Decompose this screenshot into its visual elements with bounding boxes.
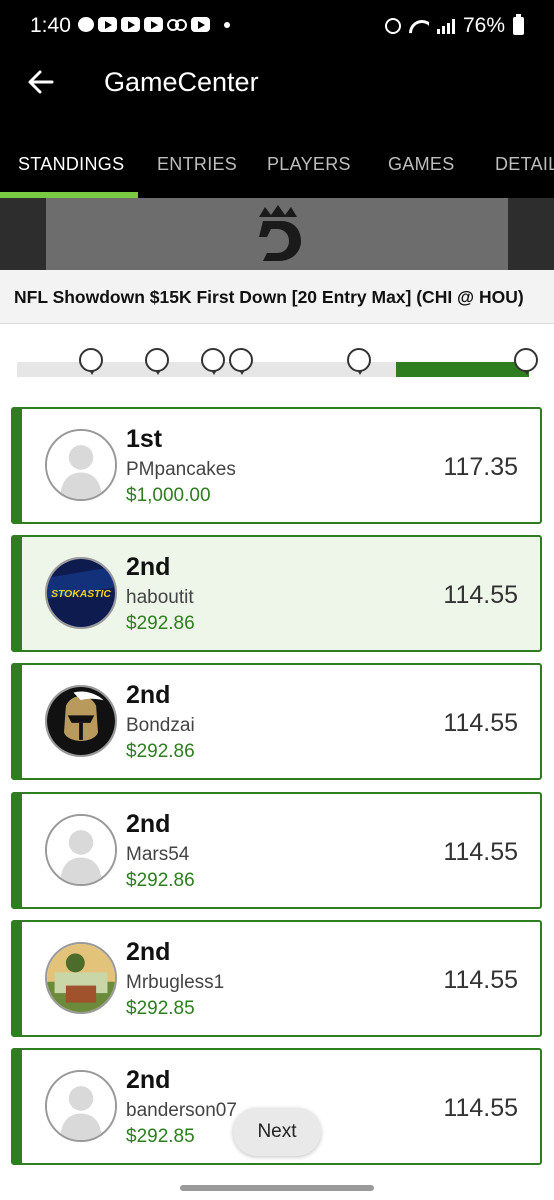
entry-marker[interactable] (79, 348, 103, 375)
entry-username: PMpancakes (126, 459, 236, 480)
knight-helmet-avatar (45, 685, 117, 757)
entry-card[interactable]: STOKASTIC 2nd haboutit $292.86 114.55 (11, 535, 542, 652)
entry-username: Bondzai (126, 715, 195, 736)
contest-title: NFL Showdown $15K First Down [20 Entry M… (14, 287, 524, 307)
entry-marker[interactable] (347, 348, 371, 375)
tab-games[interactable]: GAMES (388, 154, 455, 175)
entry-rank: 1st (126, 425, 163, 453)
youtube-icon (191, 17, 210, 32)
status-bar: 1:40 76% (0, 0, 554, 52)
entry-username: Mrbugless1 (126, 972, 225, 993)
entry-rank: 2nd (126, 938, 171, 966)
alarm-icon (384, 18, 401, 34)
tab-players[interactable]: PLAYERS (267, 154, 351, 175)
entry-username: banderson07 (126, 1100, 237, 1121)
entry-rank: 2nd (126, 553, 171, 581)
entry-prize: $292.85 (126, 998, 195, 1019)
entry-rank: 2nd (126, 1066, 171, 1094)
entry-username: Mars54 (126, 844, 190, 865)
entry-rank: 2nd (126, 681, 171, 709)
default-avatar-icon (45, 429, 117, 501)
chat-icon (78, 17, 94, 32)
entry-score: 114.55 (443, 709, 518, 737)
draftkings-logo-icon (251, 203, 305, 263)
youtube-icon (144, 17, 163, 32)
entry-card[interactable]: 2nd Mars54 $292.86 114.55 (11, 792, 542, 909)
page-title: GameCenter (104, 67, 259, 97)
signal-icon (436, 18, 455, 34)
illustrated-avatar (45, 942, 117, 1014)
entry-marker[interactable] (229, 348, 253, 375)
user-position-fill (396, 362, 529, 377)
entry-score: 114.55 (443, 966, 518, 994)
back-button[interactable] (22, 62, 62, 102)
tab-details[interactable]: DETAILS (495, 154, 554, 175)
entry-prize: $292.86 (126, 741, 195, 762)
app-header: GameCenter (0, 52, 554, 112)
battery-percent: 76% (462, 14, 505, 37)
status-time: 1:40 (30, 14, 71, 37)
system-icons: 76% (384, 14, 524, 38)
entry-marker[interactable] (514, 348, 538, 375)
entry-marker[interactable] (201, 348, 225, 375)
entry-score: 114.55 (443, 581, 518, 609)
back-arrow-icon (28, 70, 54, 94)
home-indicator[interactable] (180, 1185, 374, 1191)
entry-prize: $292.85 (126, 1126, 195, 1147)
contest-title-bar: NFL Showdown $15K First Down [20 Entry M… (0, 270, 554, 324)
avatar-text: STOKASTIC (51, 589, 111, 600)
entry-prize: $1,000.00 (126, 485, 211, 506)
entry-card[interactable]: 2nd Mrbugless1 $292.85 114.55 (11, 920, 542, 1037)
youtube-icon (98, 17, 117, 32)
default-avatar-icon (45, 1070, 117, 1142)
tab-bar: STANDINGS ENTRIES PLAYERS GAMES DETAILS (0, 112, 554, 198)
battery-icon (513, 14, 524, 35)
tab-entries[interactable]: ENTRIES (157, 154, 237, 175)
youtube-icon (121, 17, 140, 32)
entry-marker[interactable] (145, 348, 169, 375)
entry-username: haboutit (126, 587, 194, 608)
entry-score: 114.55 (443, 838, 518, 866)
wifi-icon (409, 18, 429, 34)
entry-prize: $292.86 (126, 870, 195, 891)
entry-prize: $292.86 (126, 613, 195, 634)
next-page-button[interactable]: Next (233, 1108, 321, 1156)
voicemail-icon (167, 17, 187, 32)
stokastic-logo-avatar: STOKASTIC (45, 557, 117, 629)
entry-card[interactable]: 2nd Bondzai $292.86 114.55 (11, 663, 542, 780)
entry-rank: 2nd (126, 810, 171, 838)
tab-standings[interactable]: STANDINGS (18, 154, 124, 175)
default-avatar-icon (45, 814, 117, 886)
entry-score: 117.35 (443, 453, 518, 481)
more-notifications-icon (224, 21, 230, 28)
notification-icons (78, 17, 230, 32)
entry-score: 114.55 (443, 1094, 518, 1122)
entry-card[interactable]: 1st PMpancakes $1,000.00 117.35 (11, 407, 542, 524)
contest-banner (0, 198, 554, 270)
